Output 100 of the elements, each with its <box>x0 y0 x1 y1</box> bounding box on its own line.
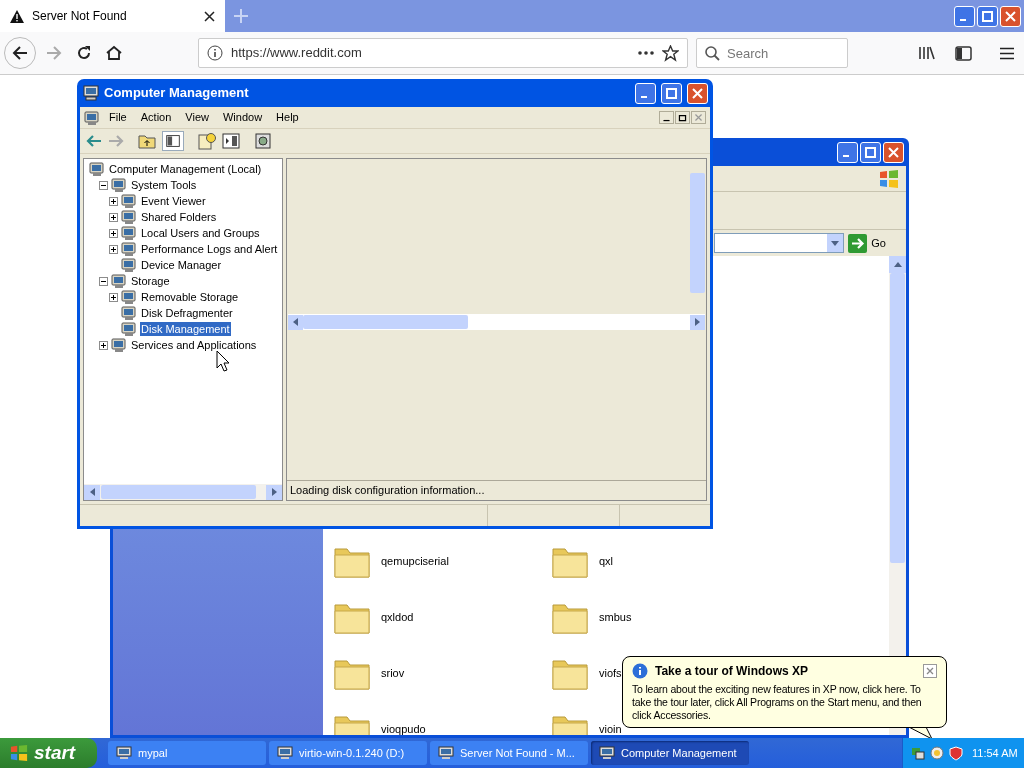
info-icon <box>632 663 648 679</box>
caret-icon[interactable] <box>695 318 700 326</box>
tile-icon <box>89 161 105 177</box>
url-text: https://www.reddit.com <box>231 44 363 63</box>
expand-box[interactable] <box>109 228 118 238</box>
close-button[interactable] <box>883 141 904 163</box>
tab-title: Server Not Found <box>32 8 128 25</box>
pane-icon[interactable] <box>222 133 240 149</box>
gear-icon[interactable] <box>254 132 272 150</box>
maximize-icon <box>865 146 876 158</box>
expand-box[interactable] <box>109 292 118 302</box>
tree-item[interactable]: Event Viewer <box>140 194 207 208</box>
collapse-box[interactable] <box>99 180 108 190</box>
balloon-tip[interactable]: Take a tour of Windows XP To learn about the exciting new features in XP now, click here. To take the tour later, click All Programs on the Start menu, and then click Accessories. <box>622 656 947 728</box>
tree-item[interactable]: Performance Logs and Alert <box>140 242 279 256</box>
caret-icon[interactable] <box>293 318 298 326</box>
minimize-icon[interactable] <box>659 111 674 124</box>
shield-icon[interactable] <box>930 746 944 760</box>
expand-box[interactable] <box>109 212 118 222</box>
star-icon[interactable] <box>662 44 679 62</box>
minimize-button[interactable] <box>954 5 975 27</box>
sidebar-icon[interactable] <box>955 45 972 61</box>
info-icon[interactable] <box>207 45 223 61</box>
go-button[interactable]: Go <box>848 233 886 253</box>
help-icon[interactable] <box>198 132 216 150</box>
tile-icon <box>121 225 137 241</box>
reload-icon[interactable] <box>76 45 92 61</box>
folder-label[interactable]: qemupciserial <box>381 552 449 570</box>
back-icon[interactable] <box>86 135 102 147</box>
menu-item[interactable]: Window <box>217 109 268 126</box>
tile-icon <box>121 241 137 257</box>
close-button[interactable] <box>687 82 708 104</box>
network-icon[interactable] <box>911 746 925 760</box>
caret-icon[interactable] <box>271 488 277 496</box>
tile-icon <box>111 177 127 193</box>
close-button[interactable] <box>1000 5 1021 27</box>
tree-item[interactable]: Services and Applications <box>130 338 258 352</box>
tree-item[interactable]: Local Users and Groups <box>140 226 261 240</box>
library-icon[interactable] <box>918 45 935 61</box>
maximize-button[interactable] <box>860 141 881 163</box>
clock: 11:54 AM <box>972 745 1018 761</box>
tree-item[interactable]: Disk Defragmenter <box>140 306 234 320</box>
folder-label[interactable]: vioqpudo <box>381 720 426 735</box>
tree-item[interactable]: Shared Folders <box>140 210 218 224</box>
tree-item[interactable]: Device Manager <box>140 258 223 272</box>
browser-tab[interactable]: Server Not Found <box>0 0 225 32</box>
minimize-button[interactable] <box>635 82 656 104</box>
dropdown-button[interactable] <box>827 234 844 252</box>
more-icon[interactable] <box>638 51 654 55</box>
folder-label[interactable]: sriov <box>381 664 405 682</box>
tree-item[interactable]: Removable Storage <box>140 290 240 304</box>
folder-label[interactable]: smbus <box>599 608 632 626</box>
scrollbar[interactable] <box>690 173 705 293</box>
expand-box[interactable] <box>109 196 118 206</box>
balloon-text: To learn about the exciting new features in XP now, click here. To take the tour later, click All Programs on the Start menu, and then click Accessories. <box>632 683 923 722</box>
minimize-icon <box>959 19 966 21</box>
menu-item[interactable]: Action <box>135 109 177 126</box>
address-bar[interactable]: https://www.reddit.com <box>198 38 688 68</box>
scrollbar[interactable] <box>84 484 282 500</box>
security-shield-icon[interactable] <box>949 745 963 761</box>
close-icon[interactable] <box>204 10 215 22</box>
folder-label[interactable]: vioin <box>599 720 622 735</box>
caret-icon[interactable] <box>893 262 902 267</box>
caret-icon[interactable] <box>89 488 95 496</box>
taskbar-button[interactable]: Server Not Found - M... <box>430 741 588 765</box>
tile-icon <box>121 289 137 305</box>
up-folder-icon[interactable] <box>138 133 156 149</box>
expand-box[interactable] <box>99 340 108 350</box>
collapse-box[interactable] <box>99 276 108 286</box>
restore-button[interactable] <box>977 5 998 27</box>
tree-item[interactable]: Computer Management (Local) <box>108 162 263 176</box>
folder-label[interactable]: qxldod <box>381 608 414 626</box>
menu-item[interactable]: File <box>104 109 132 126</box>
start-button[interactable]: start <box>0 738 97 768</box>
tile-icon <box>121 321 137 337</box>
taskbar-button[interactable]: mypal <box>108 741 266 765</box>
tree-item[interactable]: Storage <box>130 274 171 288</box>
folder-label[interactable]: viofs <box>599 664 622 682</box>
maximize-button[interactable] <box>661 82 682 104</box>
restore-icon[interactable] <box>675 111 690 124</box>
balloon-title: Take a tour of Windows XP <box>655 663 810 680</box>
tree-toggle-icon[interactable] <box>162 131 184 151</box>
tree-item[interactable]: Disk Management <box>140 322 231 336</box>
close-icon <box>1005 10 1016 22</box>
taskbar-button[interactable]: virtio-win-0.1.240 (D:) <box>269 741 427 765</box>
minimize-button[interactable] <box>837 141 858 163</box>
expand-box[interactable] <box>109 244 118 254</box>
search-field[interactable]: Search <box>696 38 848 68</box>
address-field[interactable] <box>714 233 845 253</box>
scrollbar[interactable] <box>288 314 705 330</box>
folder-label[interactable]: qxl <box>599 552 614 570</box>
maximize-icon <box>982 10 993 22</box>
taskbar-button[interactable]: Computer Management <box>591 741 749 765</box>
menu-item[interactable]: View <box>180 109 214 126</box>
home-icon[interactable] <box>106 45 122 61</box>
tile-icon <box>84 109 100 126</box>
menu-icon[interactable] <box>1000 46 1014 60</box>
tree-item[interactable]: System Tools <box>130 178 198 192</box>
menu-item[interactable]: Help <box>271 109 304 126</box>
child-window-buttons[interactable] <box>659 111 706 124</box>
